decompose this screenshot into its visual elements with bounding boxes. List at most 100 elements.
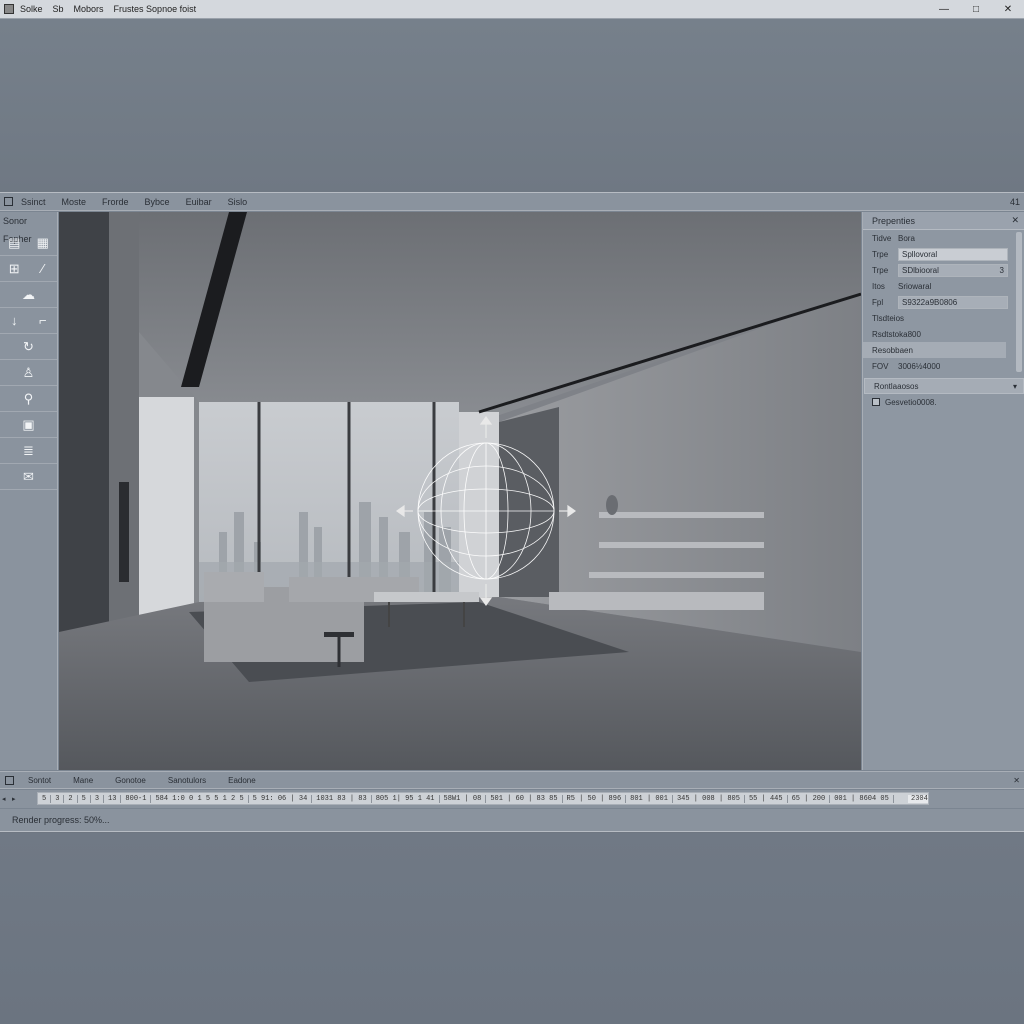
mail-icon[interactable]: ✉: [20, 468, 38, 486]
close-icon[interactable]: ✕: [1013, 776, 1020, 785]
properties-panel: Prepenties ✕ Tidve Bora Trpe Spllovoral …: [862, 212, 1024, 770]
next-frame-button[interactable]: ▸: [12, 795, 20, 803]
timeline-tick: 345 | 008 | 805: [673, 794, 745, 803]
timeline-tick: 5: [38, 794, 52, 803]
title-menu-item[interactable]: Solke: [20, 4, 43, 14]
property-row: Trpe SDlbiooral 3: [863, 262, 1024, 278]
editor-window: Ssinct Moste Frorde Bybce Euibar Sislo 4…: [0, 192, 1024, 832]
render-progress-text: Render progress: 50%...: [12, 815, 110, 825]
close-button[interactable]: ✕: [992, 0, 1024, 19]
chevron-down-icon: ▾: [1012, 381, 1017, 391]
property-value: Bora: [898, 233, 915, 243]
type-dropdown-extra: 3: [999, 265, 1004, 275]
arrow-down-icon[interactable]: ↓: [5, 312, 23, 330]
figure-icon[interactable]: ♙: [20, 364, 38, 382]
properties-header: Prepenties ✕: [863, 212, 1024, 230]
title-menu-item[interactable]: Sb: [53, 4, 64, 14]
property-row: Tidve Bora: [863, 230, 1024, 246]
timeline-tick: 5 91: 06 | 34: [249, 794, 313, 803]
timeline-icon: [5, 775, 14, 785]
render-dropdown-label: Rontlaaosos: [874, 381, 919, 391]
timeline-tick: 3: [51, 794, 65, 803]
layers-icon[interactable]: ▤: [5, 234, 23, 252]
timeline-tick: R5 | 50 | 896: [563, 794, 627, 803]
section-title: Resobbaen: [863, 342, 1006, 358]
property-key: Itos: [872, 281, 885, 291]
properties-title: Prepenties: [872, 215, 916, 226]
timeline-ruler-row: ◂ ▸ 5 3 2 5 3 13 800-1 584 1:0 0 1 5 5 1 2 55 9…: [0, 790, 1024, 808]
property-row: Trpe Spllovoral: [863, 246, 1024, 262]
timeline-tick: 805 1| 95 1 41: [372, 794, 440, 803]
property-key: Trpe: [872, 265, 889, 275]
timeline-tick: 801 | 001: [626, 794, 673, 803]
title-bar: Solke Sb Mobors Frustes Sopnoe foist — □…: [0, 0, 1024, 19]
property-field[interactable]: S9322a9B0806: [898, 295, 1008, 309]
fov-label: FOV: [872, 361, 889, 371]
maximize-button[interactable]: □: [960, 0, 992, 19]
option-checkbox-row[interactable]: Gesvetio0008.: [863, 394, 1024, 410]
timeline-tab[interactable]: Eadone: [228, 776, 256, 785]
menu-item[interactable]: Euibar: [186, 197, 212, 207]
section-title: Tlsdteios: [872, 313, 905, 323]
type-dropdown[interactable]: SDlbiooral 3: [898, 263, 1008, 277]
zoom-icon[interactable]: ⚲: [20, 390, 38, 408]
timeline-tab[interactable]: Sanotulors: [168, 776, 206, 785]
app-icon: [4, 4, 14, 14]
minimize-button[interactable]: —: [928, 0, 960, 19]
menu-item[interactable]: Moste: [62, 197, 87, 207]
menu-bar: Ssinct Moste Frorde Bybce Euibar Sislo 4…: [0, 193, 1024, 211]
crop-icon[interactable]: ⌐: [34, 312, 52, 330]
type-dropdown-value: SDlbiooral: [902, 265, 939, 275]
light-icon[interactable]: ☁: [20, 286, 38, 304]
desktop-backdrop-top: [0, 19, 1024, 192]
fov-row: FOV 3006½4000: [863, 358, 1024, 374]
3d-viewport[interactable]: [59, 212, 861, 770]
image-icon[interactable]: ▣: [20, 416, 38, 434]
property-key: Tidve: [872, 233, 892, 243]
menu-item[interactable]: Sislo: [228, 197, 248, 207]
close-icon[interactable]: ✕: [1011, 215, 1019, 226]
status-bar: Render progress: 50%...: [0, 809, 1024, 831]
checkbox[interactable]: [872, 398, 880, 406]
render-dropdown[interactable]: Rontlaaosos ▾: [864, 378, 1024, 394]
menu-item[interactable]: Ssinct: [21, 197, 46, 207]
timeline-tick: 800-1: [121, 794, 152, 803]
tool-panel-title: Sonor Fopher: [3, 216, 32, 244]
timeline-tick: 2: [64, 794, 78, 803]
timeline-tab[interactable]: Mane: [73, 776, 93, 785]
layers-stack-icon[interactable]: ≣: [20, 442, 38, 460]
timeline-tick: 55 | 445: [745, 794, 788, 803]
menu-item[interactable]: Frorde: [102, 197, 129, 207]
fov-value[interactable]: 3006½4000: [898, 362, 940, 371]
timeline-tick: 3: [91, 794, 105, 803]
type-field[interactable]: Spllovoral: [898, 247, 1008, 261]
timeline-ruler[interactable]: 5 3 2 5 3 13 800-1 584 1:0 0 1 5 5 1 2 55 91: 0…: [37, 792, 929, 805]
window-title: Frustes Sopnoe foist: [113, 4, 197, 14]
desktop-backdrop-bottom: [0, 833, 1024, 1024]
scene-render: [59, 212, 861, 770]
timeline-tick: 001 | 8604 05: [830, 794, 894, 803]
timeline-tick: 584 1:0 0 1 5 5 1 2 5: [151, 794, 249, 803]
timeline-tick: 5: [78, 794, 91, 803]
menu-item[interactable]: Bybce: [145, 197, 170, 207]
timeline-tick: 65 | 200: [788, 794, 831, 803]
menu-end-label: 41: [1009, 196, 1020, 207]
timeline-tick: 1031 83 | 83: [312, 794, 372, 803]
brush-icon[interactable]: ⁄: [34, 260, 52, 278]
section-title: Rsdtstoka800: [872, 329, 921, 339]
transform-icon[interactable]: ⊞: [5, 260, 23, 278]
timeline-tab[interactable]: Gonotoe: [115, 776, 146, 785]
properties-scrollbar[interactable]: [1016, 232, 1022, 372]
title-menu-item[interactable]: Mobors: [74, 4, 104, 14]
rotate-icon[interactable]: ↻: [20, 338, 38, 356]
timeline-tick: 13: [104, 794, 122, 803]
tool-panel: Sonor Fopher ▤ ▦ ⊞ ⁄ ☁ ↓ ⌐ ↻ ♙ ⚲ ▣ ≣ ✉: [0, 212, 58, 770]
timeline-tick: 501 | 60 | 83 85: [486, 794, 563, 803]
timeline-tab-bar: Sontot Mane Gonotoe Sanotulors Eadone ✕: [0, 771, 1024, 789]
prev-frame-button[interactable]: ◂: [2, 795, 10, 803]
property-row: Fpl S9322a9B0806: [863, 294, 1024, 310]
timeline-tab[interactable]: Sontot: [28, 776, 51, 785]
checkbox-label: Gesvetio0008.: [885, 397, 937, 407]
timeline-tick: 58W1 | 08: [440, 794, 487, 803]
grid-icon[interactable]: ▦: [34, 234, 52, 252]
